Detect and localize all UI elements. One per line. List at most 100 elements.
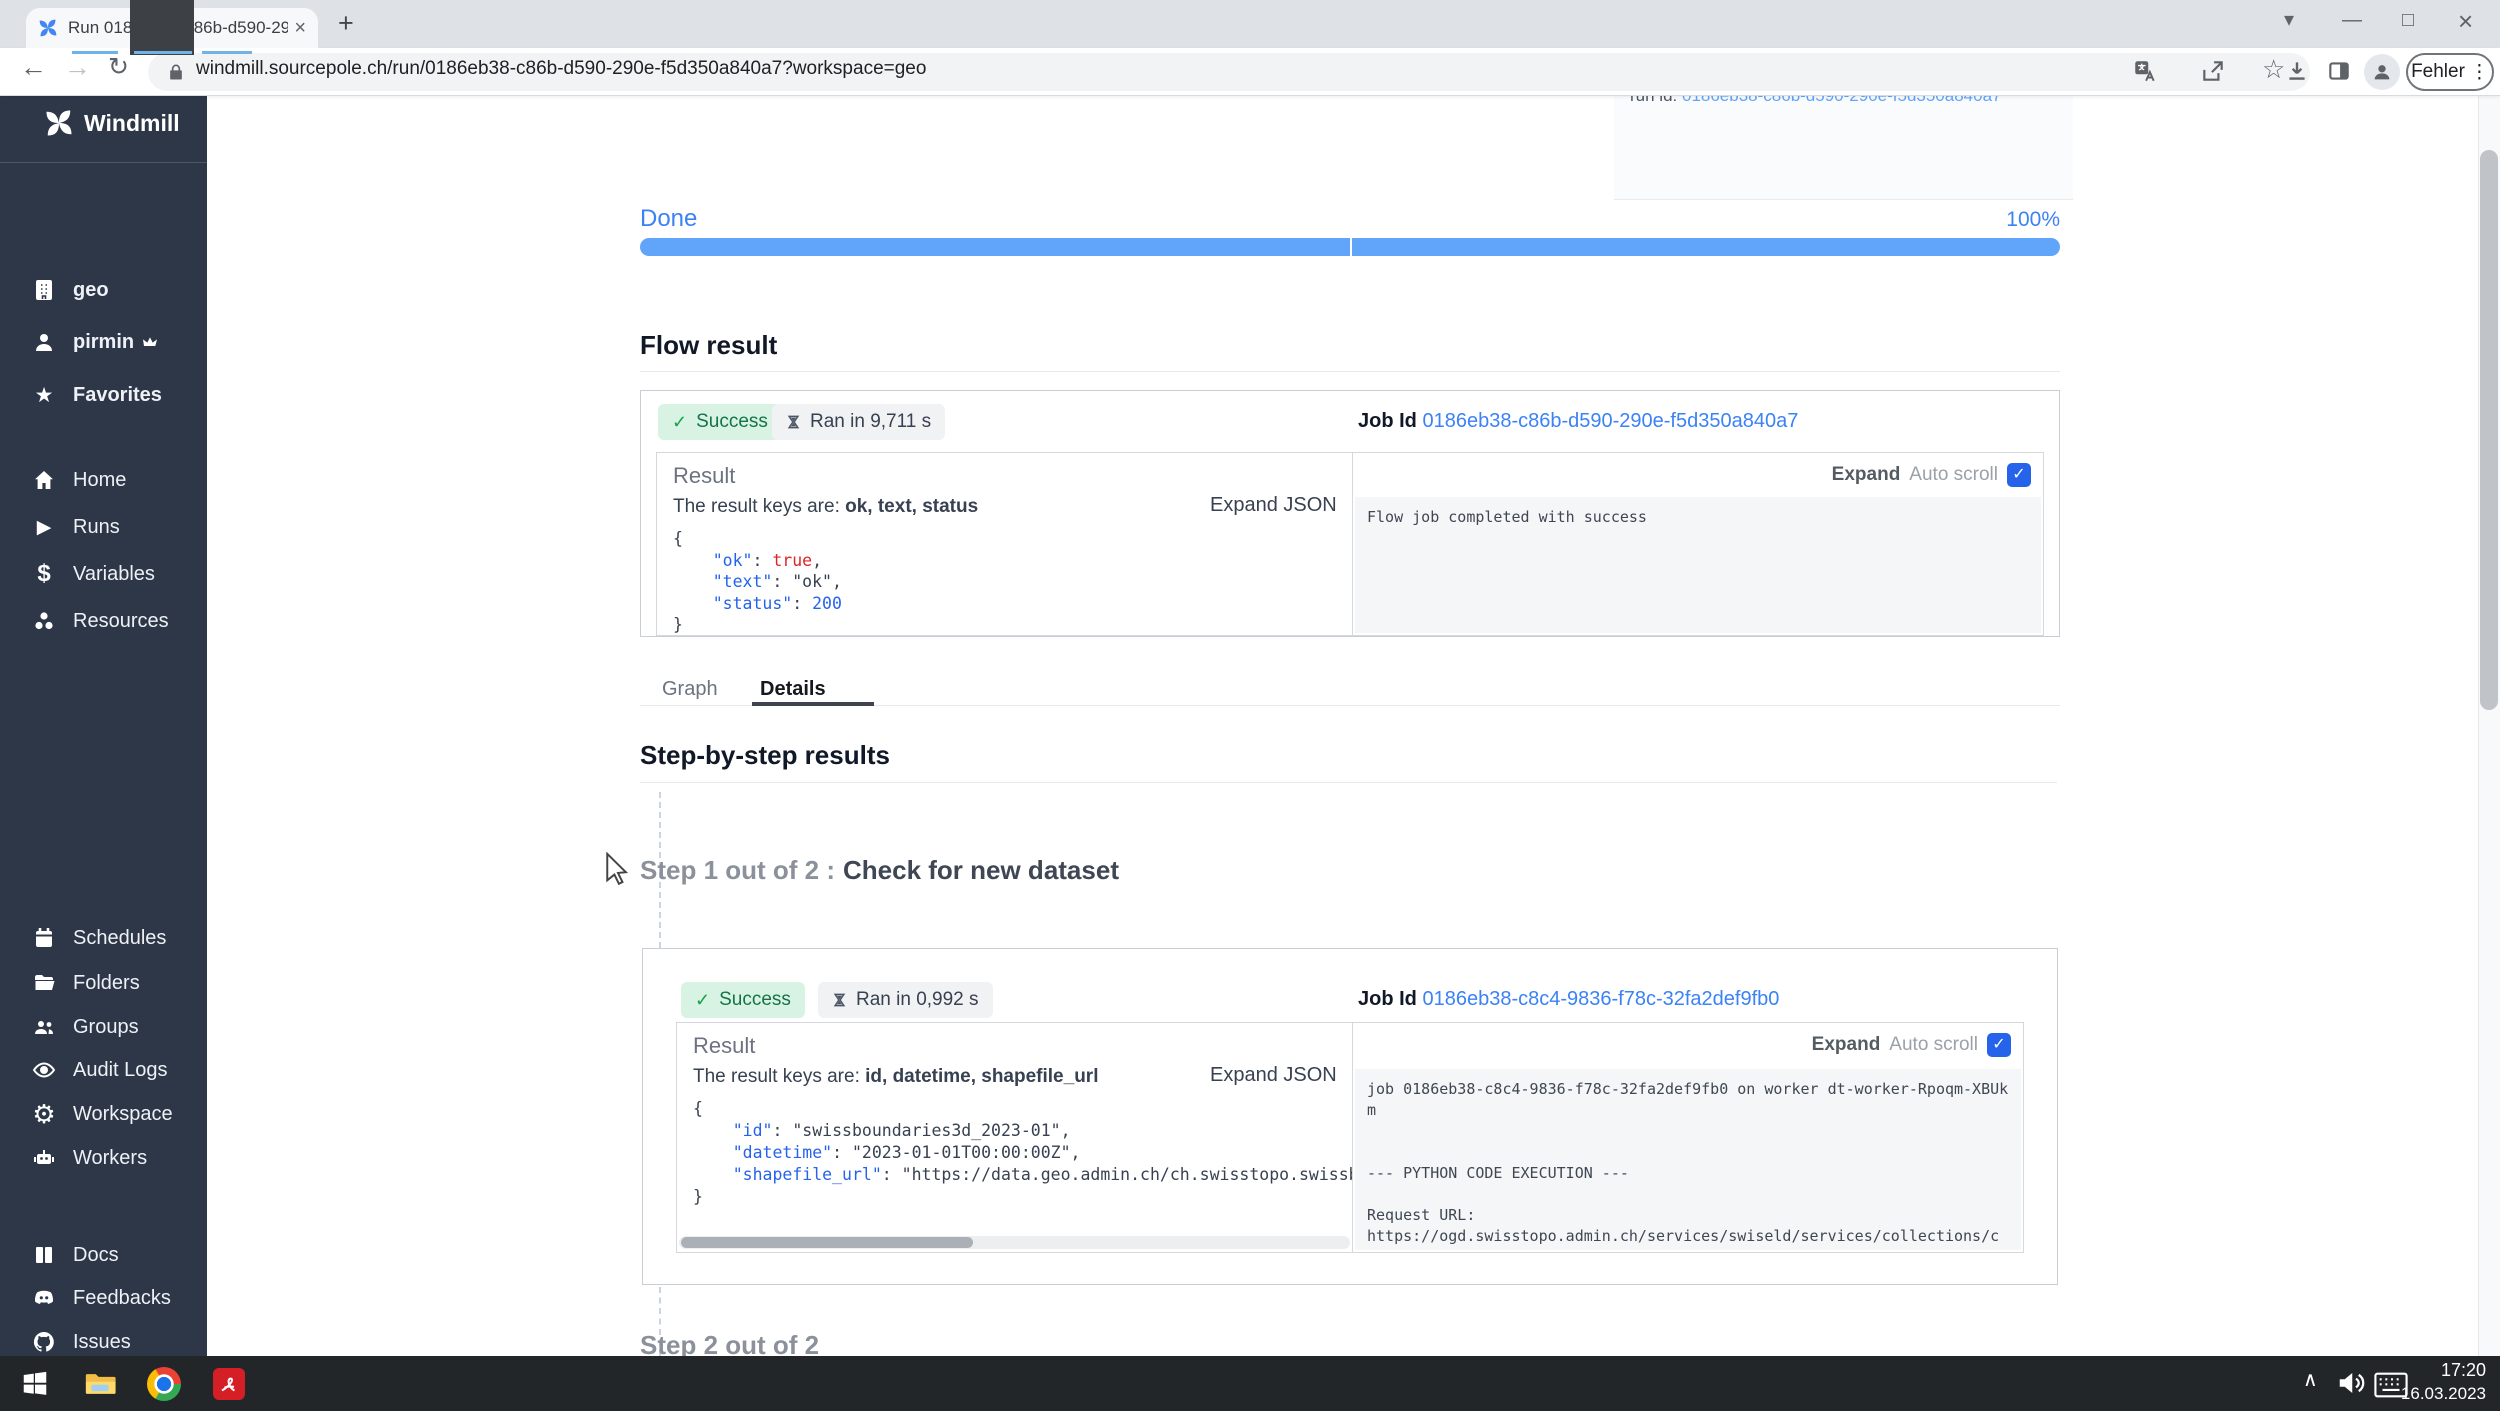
download-icon[interactable]	[2284, 58, 2310, 84]
flow-result-json: { "ok": true, "text": "ok", "status": 20…	[673, 528, 1336, 636]
url-text[interactable]: windmill.sourcepole.ch/run/0186eb38-c86b…	[196, 58, 926, 80]
kebab-menu-icon: ⋮	[2470, 63, 2489, 82]
sidebar-item-workspace-geo[interactable]: geo	[0, 268, 207, 312]
step1-autoscroll-checkbox[interactable]: ✓	[1987, 1033, 2011, 1057]
sidebar-item-workers[interactable]: Workers	[0, 1136, 207, 1180]
taskbar	[0, 1356, 2500, 1411]
screen: run id: 0186eb38-c86b-d590-290e-f5d350a8…	[0, 0, 2500, 1411]
play-icon: ▶	[30, 518, 58, 537]
taskbar-indicator	[202, 51, 252, 54]
window-minimize-button[interactable]: —	[2342, 10, 2362, 30]
taskbar-file-explorer[interactable]	[80, 1364, 120, 1404]
flow-expand-button[interactable]: Expand	[1832, 464, 1901, 486]
browser-menu-button[interactable]: Fehler ⋮	[2406, 53, 2494, 91]
step1-result-card: Result The result keys are: id, datetime…	[676, 1022, 1353, 1253]
sidebar-item-user[interactable]: pirmin	[0, 320, 207, 364]
tab-details[interactable]: Details	[760, 678, 826, 701]
step1-success-badge: ✓ Success	[681, 982, 805, 1018]
job-id-label: Job Id	[1358, 410, 1417, 432]
flow-status-text: Done	[640, 205, 697, 233]
file-explorer-icon	[83, 1367, 117, 1401]
start-button[interactable]	[16, 1366, 54, 1402]
step1-job-id-link[interactable]: 0186eb38-c8c4-9836-f78c-32fa2def9fb0	[1422, 988, 1779, 1010]
sidebar-logo-label: Windmill	[84, 110, 180, 137]
sidebar-logo[interactable]: Windmill	[44, 108, 180, 138]
profile-avatar[interactable]	[2364, 54, 2400, 90]
steps-title: Step-by-step results	[640, 740, 890, 771]
new-tab-button[interactable]: +	[338, 10, 354, 37]
check-icon: ✓	[672, 413, 687, 431]
sidebar-item-docs[interactable]: Docs	[0, 1233, 207, 1277]
taskbar-chrome[interactable]	[146, 1366, 182, 1402]
mouse-cursor	[604, 852, 632, 886]
flow-expand-json-button[interactable]: Expand JSON	[1210, 494, 1337, 517]
hourglass-icon	[832, 990, 847, 1010]
flow-success-label: Success	[696, 411, 768, 433]
tab-favicon-windmill	[38, 18, 58, 38]
keyboard-icon[interactable]	[2374, 1372, 2408, 1398]
side-panel-icon[interactable]	[2326, 58, 2352, 84]
check-icon: ✓	[1992, 1037, 2005, 1053]
taskbar-indicator	[72, 51, 118, 54]
sidebar: Windmill geo pirmin ★ Favorites Home ▶ R…	[0, 96, 207, 1356]
sidebar-item-runs[interactable]: ▶ Runs	[0, 505, 207, 549]
sidebar-item-variables[interactable]: $ Variables	[0, 552, 207, 596]
tray-chevron-up-icon[interactable]: ∧	[2303, 1370, 2318, 1390]
folder-icon	[30, 971, 58, 995]
step1-success-label: Success	[719, 989, 791, 1011]
user-icon	[30, 330, 58, 354]
flow-job-id-link[interactable]: 0186eb38-c86b-d590-290e-f5d350a840a7	[1422, 410, 1798, 432]
flow-autoscroll-checkbox[interactable]: ✓	[2007, 463, 2031, 487]
flow-success-badge: ✓ Success	[658, 404, 782, 440]
step1-expand-json-button[interactable]: Expand JSON	[1210, 1064, 1337, 1087]
result-label: Result	[693, 1033, 1336, 1059]
tab-graph[interactable]: Graph	[662, 678, 718, 701]
volume-icon[interactable]	[2336, 1368, 2366, 1398]
tab-search-icon[interactable]: ▾	[2284, 10, 2294, 30]
sidebar-item-folders[interactable]: Folders	[0, 961, 207, 1005]
taskbar-indicator	[134, 51, 192, 54]
avatar-person-icon	[2371, 61, 2393, 83]
result-label: Result	[673, 463, 1336, 489]
translate-icon[interactable]	[2132, 58, 2158, 84]
calendar-icon	[30, 926, 58, 950]
flow-log-output: Flow job completed with success	[1355, 497, 2041, 633]
window-close-button[interactable]: ×	[2458, 8, 2473, 34]
sidebar-item-workspace-settings[interactable]: ⚙ Workspace	[0, 1092, 207, 1136]
progress-bar-step2	[1352, 238, 2060, 256]
check-icon: ✓	[2012, 467, 2025, 483]
bookmark-star-icon[interactable]: ☆	[2262, 56, 2285, 82]
flow-autoscroll-label: Auto scroll	[1909, 464, 1998, 486]
progress-bar-step1	[640, 238, 1350, 256]
sidebar-item-audit-logs[interactable]: Audit Logs	[0, 1048, 207, 1092]
divider	[640, 782, 2057, 783]
building-icon	[30, 278, 58, 302]
gear-icon: ⚙	[30, 1101, 58, 1127]
tab-close-icon[interactable]: ×	[294, 18, 306, 38]
back-button[interactable]: ←	[20, 54, 47, 81]
vertical-scrollbar-thumb[interactable]	[2480, 150, 2498, 710]
share-icon[interactable]	[2200, 58, 2226, 84]
taskbar-acrobat[interactable]	[212, 1367, 246, 1401]
step1-expand-button[interactable]: Expand	[1812, 1034, 1881, 1056]
job-id-label: Job Id	[1358, 988, 1417, 1010]
sidebar-item-resources[interactable]: Resources	[0, 599, 207, 643]
robot-icon	[30, 1146, 58, 1170]
step1-log-box: Expand Auto scroll ✓ job 0186eb38-c8c4-9…	[1352, 1022, 2024, 1253]
sidebar-divider	[0, 162, 207, 163]
horizontal-scrollbar-thumb[interactable]	[681, 1237, 973, 1248]
sidebar-item-favorites[interactable]: ★ Favorites	[0, 373, 207, 417]
sidebar-item-schedules[interactable]: Schedules	[0, 916, 207, 960]
sidebar-item-feedbacks[interactable]: Feedbacks	[0, 1276, 207, 1320]
sidebar-item-home[interactable]: Home	[0, 458, 207, 502]
sidebar-item-groups[interactable]: Groups	[0, 1005, 207, 1049]
reload-button[interactable]: ↻	[108, 55, 129, 80]
runid-card	[1614, 96, 2073, 200]
flow-result-card: Result The result keys are: ok, text, st…	[656, 452, 1353, 636]
forward-button[interactable]: →	[64, 54, 91, 81]
flow-result-title: Flow result	[640, 330, 777, 361]
progress-percent: 100%	[1960, 208, 2060, 232]
lock-icon	[166, 60, 186, 84]
window-maximize-button[interactable]: □	[2402, 10, 2414, 30]
flow-duration-badge: Ran in 9,711 s	[772, 404, 945, 440]
